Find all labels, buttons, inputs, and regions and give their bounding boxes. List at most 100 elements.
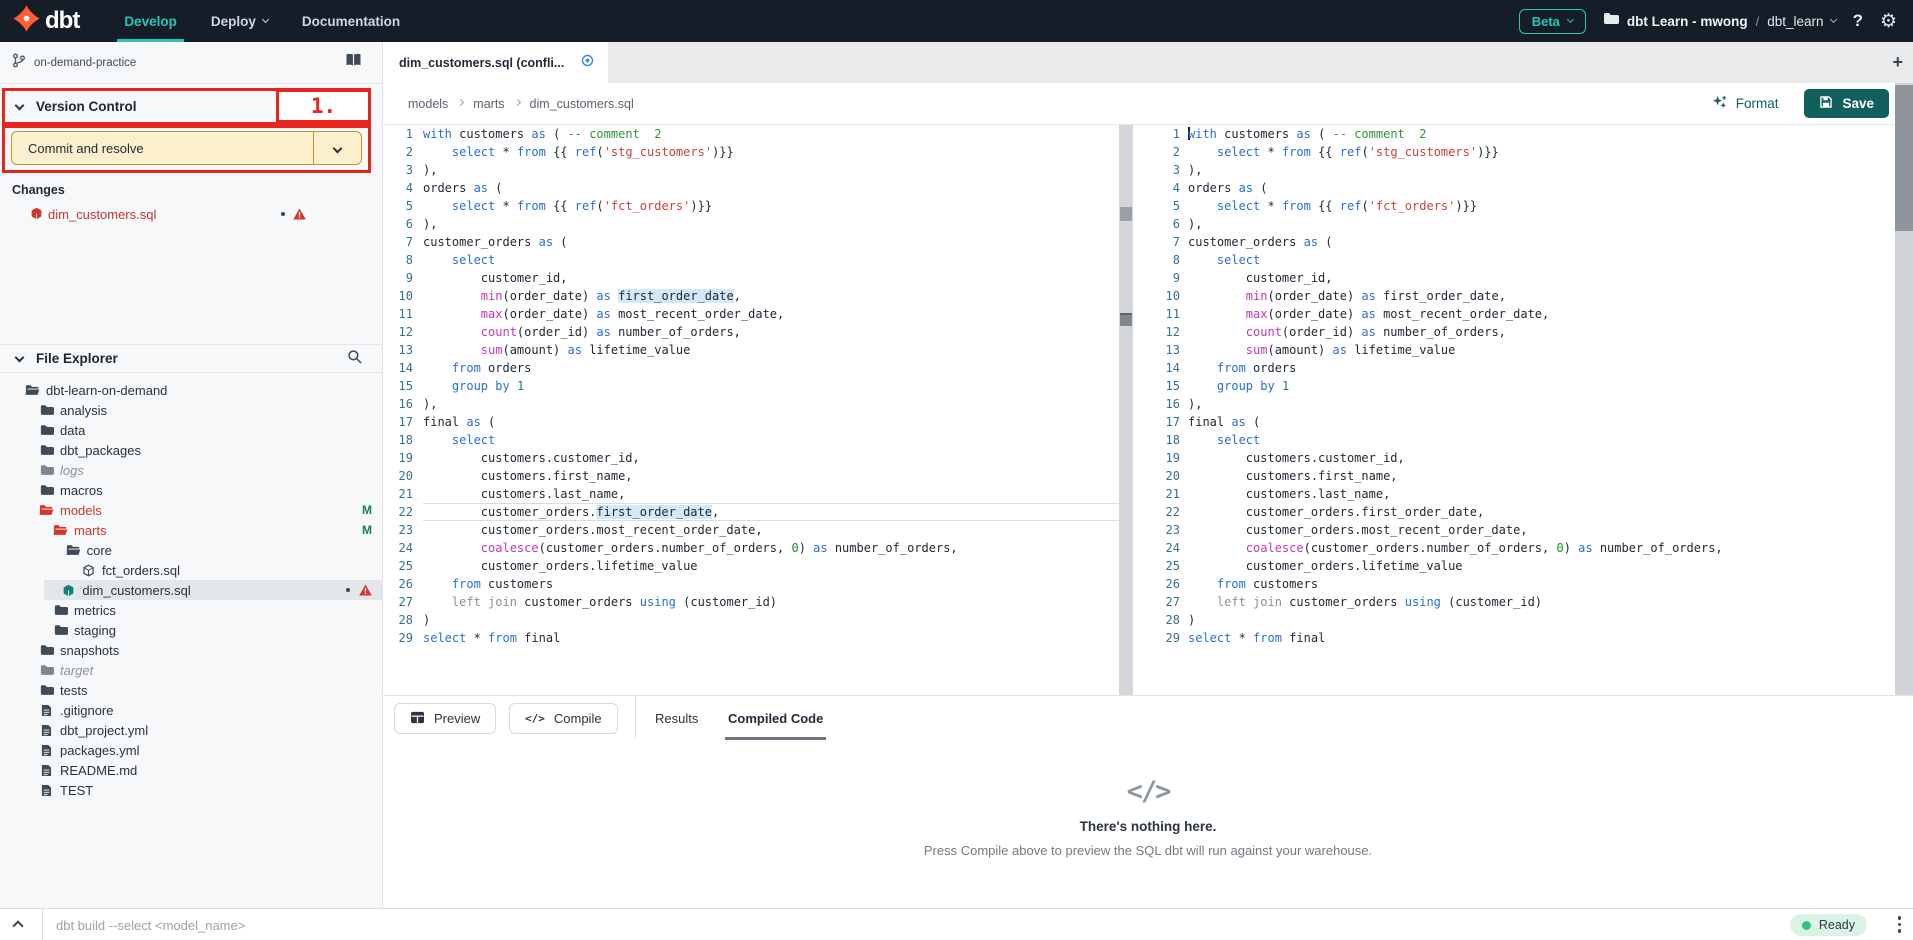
tree-item-test[interactable]: TEST <box>0 780 382 800</box>
beta-dropdown[interactable]: Beta <box>1519 9 1586 34</box>
tree-item-dbt-project-yml[interactable]: dbt_project.yml <box>0 720 382 740</box>
nav-link-develop[interactable]: Develop <box>107 0 194 42</box>
code-line-17[interactable]: 17final as ( <box>383 413 1119 431</box>
tree-item-tests[interactable]: tests <box>0 680 382 700</box>
tree-item-staging[interactable]: staging <box>0 620 382 640</box>
help-icon[interactable]: ? <box>1853 11 1863 31</box>
code-line-22[interactable]: 22 customer_orders.first_order_date, <box>1133 503 1895 521</box>
tree-item-packages-yml[interactable]: packages.yml <box>0 740 382 760</box>
tree-item-target[interactable]: target <box>0 660 382 680</box>
kebab-menu-icon[interactable] <box>1898 916 1902 933</box>
code-line-10[interactable]: 10 min(order_date) as first_order_date, <box>383 287 1119 305</box>
code-line-4[interactable]: 4orders as ( <box>1133 179 1895 197</box>
scrollbar-thumb[interactable] <box>1120 207 1132 221</box>
code-line-11[interactable]: 11 max(order_date) as most_recent_order_… <box>383 305 1119 323</box>
tab-results[interactable]: Results <box>655 696 698 740</box>
code-line-19[interactable]: 19 customers.customer_id, <box>383 449 1119 467</box>
command-input[interactable]: dbt build --select <model_name> <box>56 909 245 940</box>
commit-and-resolve-button[interactable]: Commit and resolve <box>11 131 362 165</box>
tree-item-dim-customers-sql[interactable]: dim_customers.sql <box>0 580 382 600</box>
code-line-2[interactable]: 2 select * from {{ ref('stg_customers')}… <box>383 143 1119 161</box>
code-line-28[interactable]: 28) <box>1133 611 1895 629</box>
scrollbar-thumb[interactable] <box>1120 313 1132 326</box>
nav-link-deploy[interactable]: Deploy <box>194 0 285 42</box>
code-line-12[interactable]: 12 count(order_id) as number_of_orders, <box>1133 323 1895 341</box>
code-line-3[interactable]: 3), <box>1133 161 1895 179</box>
tree-item-analysis[interactable]: analysis <box>0 400 382 420</box>
changed-file-item[interactable]: dim_customers.sql <box>0 202 382 226</box>
preview-button[interactable]: Preview <box>394 703 496 734</box>
project-dropdown[interactable]: dbt_learn <box>1767 14 1835 29</box>
code-line-26[interactable]: 26 from customers <box>1133 575 1895 593</box>
format-button[interactable]: Format <box>1712 95 1779 113</box>
breadcrumb-item[interactable]: models <box>408 97 448 111</box>
code-line-5[interactable]: 5 select * from {{ ref('fct_orders')}} <box>383 197 1119 215</box>
code-line-18[interactable]: 18 select <box>1133 431 1895 449</box>
scrollbar-thumb[interactable] <box>1895 85 1913 231</box>
editor-middle-scrollbar[interactable] <box>1119 125 1133 695</box>
code-line-9[interactable]: 9 customer_id, <box>383 269 1119 287</box>
code-line-1[interactable]: 1with customers as ( -- comment 2 <box>1133 125 1895 143</box>
docs-book-icon[interactable] <box>345 53 362 72</box>
editor-right-scrollbar[interactable] <box>1895 83 1913 695</box>
tree-item-marts[interactable]: martsM <box>0 520 382 540</box>
code-line-26[interactable]: 26 from customers <box>383 575 1119 593</box>
tree-item-readme-md[interactable]: README.md <box>0 760 382 780</box>
gear-icon[interactable]: ⚙ <box>1880 12 1897 31</box>
code-line-7[interactable]: 7customer_orders as ( <box>1133 233 1895 251</box>
editor-pane-right[interactable]: 1with customers as ( -- comment 22 selec… <box>1133 125 1895 695</box>
compile-button[interactable]: </> Compile <box>509 703 618 734</box>
code-line-12[interactable]: 12 count(order_id) as number_of_orders, <box>383 323 1119 341</box>
breadcrumb-item[interactable]: dim_customers.sql <box>530 97 634 111</box>
code-line-15[interactable]: 15 group by 1 <box>383 377 1119 395</box>
code-line-11[interactable]: 11 max(order_date) as most_recent_order_… <box>1133 305 1895 323</box>
code-line-2[interactable]: 2 select * from {{ ref('stg_customers')}… <box>1133 143 1895 161</box>
file-explorer-header[interactable]: File Explorer <box>0 344 382 373</box>
tree-item-models[interactable]: modelsM <box>0 500 382 520</box>
new-tab-plus-icon[interactable]: + <box>1892 42 1903 83</box>
commit-dropdown-toggle[interactable] <box>313 132 361 164</box>
save-button[interactable]: Save <box>1804 89 1889 118</box>
tree-item-core[interactable]: core <box>0 540 382 560</box>
code-line-23[interactable]: 23 customer_orders.most_recent_order_dat… <box>1133 521 1895 539</box>
code-line-13[interactable]: 13 sum(amount) as lifetime_value <box>1133 341 1895 359</box>
code-line-8[interactable]: 8 select <box>383 251 1119 269</box>
tree-item-metrics[interactable]: metrics <box>0 600 382 620</box>
nav-link-documentation[interactable]: Documentation <box>285 0 417 42</box>
tree-item-dbt-packages[interactable]: dbt_packages <box>0 440 382 460</box>
code-line-27[interactable]: 27 left join customer_orders using (cust… <box>1133 593 1895 611</box>
code-line-9[interactable]: 9 customer_id, <box>1133 269 1895 287</box>
code-line-6[interactable]: 6), <box>1133 215 1895 233</box>
code-line-21[interactable]: 21 customers.last_name, <box>383 485 1119 503</box>
code-line-5[interactable]: 5 select * from {{ ref('fct_orders')}} <box>1133 197 1895 215</box>
editor-pane-left[interactable]: 1with customers as ( -- comment 22 selec… <box>383 125 1119 695</box>
tree-item-data[interactable]: data <box>0 420 382 440</box>
tree-item-dbt-learn-on-demand[interactable]: dbt-learn-on-demand <box>0 380 382 400</box>
code-line-25[interactable]: 25 customer_orders.lifetime_value <box>383 557 1119 575</box>
code-line-14[interactable]: 14 from orders <box>383 359 1119 377</box>
code-line-10[interactable]: 10 min(order_date) as first_order_date, <box>1133 287 1895 305</box>
chevron-up-icon[interactable] <box>12 920 23 931</box>
code-line-20[interactable]: 20 customers.first_name, <box>1133 467 1895 485</box>
tree-item-fct-orders-sql[interactable]: fct_orders.sql <box>0 560 382 580</box>
code-line-29[interactable]: 29select * from final <box>1133 629 1895 647</box>
code-line-22[interactable]: 22 customer_orders.first_order_date, <box>383 503 1119 521</box>
code-line-27[interactable]: 27 left join customer_orders using (cust… <box>383 593 1119 611</box>
code-line-19[interactable]: 19 customers.customer_id, <box>1133 449 1895 467</box>
code-line-23[interactable]: 23 customer_orders.most_recent_order_dat… <box>383 521 1119 539</box>
code-line-1[interactable]: 1with customers as ( -- comment 2 <box>383 125 1119 143</box>
code-line-3[interactable]: 3), <box>383 161 1119 179</box>
git-branch-row[interactable]: on-demand-practice <box>0 42 382 84</box>
breadcrumb-item[interactable]: marts <box>473 97 504 111</box>
search-icon[interactable] <box>347 349 362 369</box>
code-line-16[interactable]: 16), <box>1133 395 1895 413</box>
code-line-15[interactable]: 15 group by 1 <box>1133 377 1895 395</box>
code-line-25[interactable]: 25 customer_orders.lifetime_value <box>1133 557 1895 575</box>
tree-item-macros[interactable]: macros <box>0 480 382 500</box>
code-line-6[interactable]: 6), <box>383 215 1119 233</box>
code-line-17[interactable]: 17final as ( <box>1133 413 1895 431</box>
code-line-24[interactable]: 24 coalesce(customer_orders.number_of_or… <box>383 539 1119 557</box>
code-line-4[interactable]: 4orders as ( <box>383 179 1119 197</box>
tree-item-snapshots[interactable]: snapshots <box>0 640 382 660</box>
dbt-logo[interactable]: dbt <box>12 4 79 38</box>
